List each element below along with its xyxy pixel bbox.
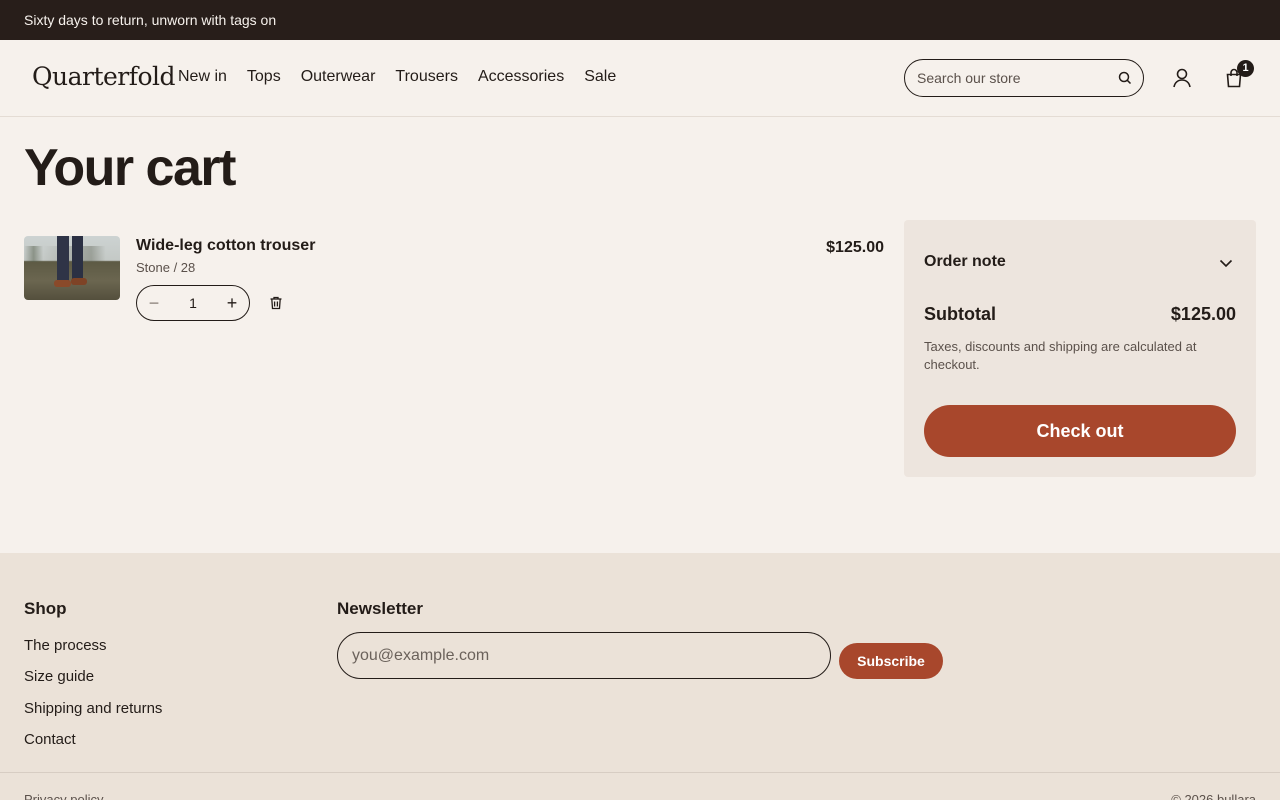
footer-link-size-guide[interactable]: Size guide xyxy=(24,667,162,698)
nav-new-in[interactable]: New in xyxy=(178,67,227,87)
brand-logo[interactable]: Quarterfold xyxy=(32,60,176,94)
product-name[interactable]: Wide-leg cotton trouser xyxy=(136,236,315,256)
quantity-value[interactable]: 1 xyxy=(171,286,215,320)
footer-newsletter-heading: Newsletter xyxy=(337,599,423,618)
product-image[interactable] xyxy=(24,236,120,300)
main-nav: New in Tops Outerwear Trousers Accessori… xyxy=(178,67,636,87)
nav-trousers[interactable]: Trousers xyxy=(395,67,458,87)
quantity-stepper: − 1 + xyxy=(136,285,250,321)
nav-tops[interactable]: Tops xyxy=(247,67,281,87)
line-item-price: $125.00 xyxy=(826,239,884,256)
footer-link-shipping[interactable]: Shipping and returns xyxy=(24,699,162,730)
subscribe-button[interactable]: Subscribe xyxy=(839,643,943,679)
footer-link-process[interactable]: The process xyxy=(24,636,162,667)
trash-icon[interactable] xyxy=(269,296,283,310)
site-header: Quarterfold New in Tops Outerwear Trouse… xyxy=(0,40,1280,117)
footer-link-contact[interactable]: Contact xyxy=(24,730,162,761)
page-title: Your cart xyxy=(24,139,236,197)
nav-outerwear[interactable]: Outerwear xyxy=(301,67,376,87)
checkout-button[interactable]: Check out xyxy=(924,405,1236,457)
footer-divider xyxy=(0,772,1280,773)
plus-icon[interactable]: + xyxy=(215,286,249,320)
search-input[interactable] xyxy=(917,60,1113,96)
chevron-down-icon[interactable] xyxy=(1218,255,1234,271)
order-summary: Order note Subtotal $125.00 Taxes, disco… xyxy=(904,220,1256,477)
cart-count-badge: 1 xyxy=(1237,60,1254,77)
nav-sale[interactable]: Sale xyxy=(584,67,616,87)
search-icon[interactable] xyxy=(1117,70,1133,86)
subtotal-value: $125.00 xyxy=(1170,304,1236,324)
minus-icon[interactable]: − xyxy=(137,286,171,320)
announcement-bar: Sixty days to return, unworn with tags o… xyxy=(0,0,1280,40)
product-variant: Stone / 28 xyxy=(136,260,196,275)
subtotal-label: Subtotal xyxy=(924,304,996,324)
footer-shop-heading: Shop xyxy=(24,599,67,618)
site-footer: Shop The process Size guide Shipping and… xyxy=(0,553,1280,800)
privacy-policy-link[interactable]: Privacy policy xyxy=(24,792,103,800)
announcement-text: Sixty days to return, unworn with tags o… xyxy=(24,12,277,28)
newsletter-email-input[interactable] xyxy=(337,632,831,679)
account-icon[interactable] xyxy=(1171,67,1193,89)
tax-note: Taxes, discounts and shipping are calcul… xyxy=(924,339,1197,372)
nav-accessories[interactable]: Accessories xyxy=(478,67,564,87)
search-box xyxy=(904,59,1144,97)
order-note-toggle[interactable]: Order note xyxy=(924,252,1006,272)
copyright: © 2026 bullara xyxy=(1171,792,1256,800)
footer-shop-links: The process Size guide Shipping and retu… xyxy=(24,636,162,761)
